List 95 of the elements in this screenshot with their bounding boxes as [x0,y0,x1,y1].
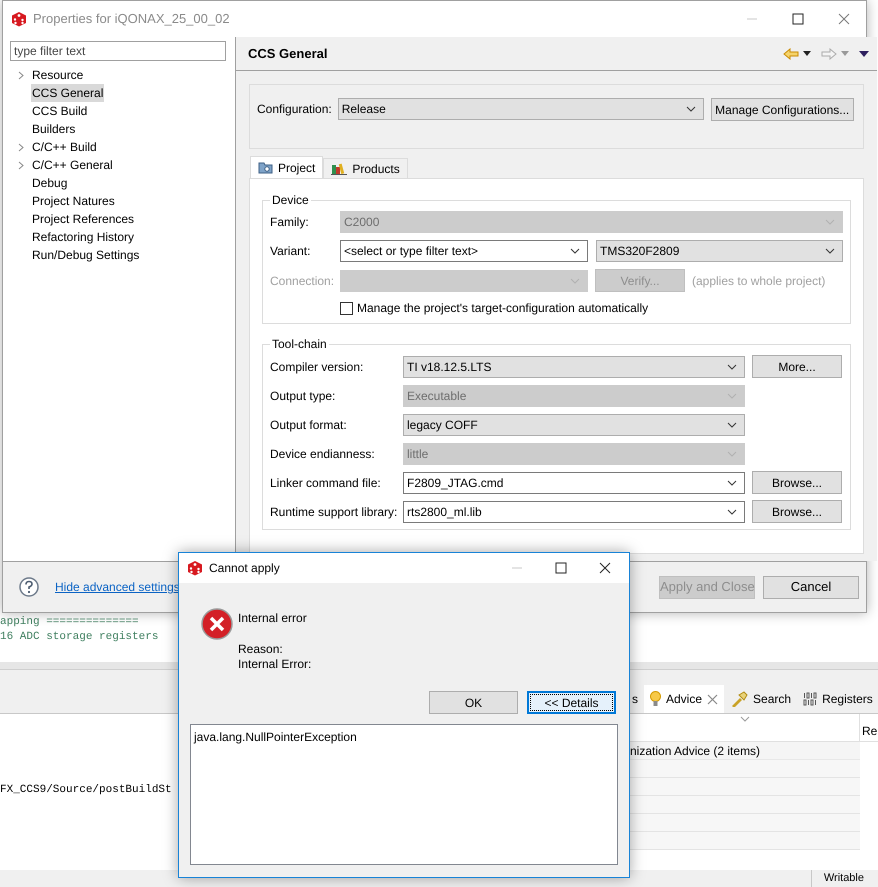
table-row[interactable]: nization Advice (2 items) [630,742,860,760]
close-icon [599,562,611,574]
chevron-down-icon [570,278,580,284]
field-label: Compiler version: [270,358,364,376]
tree-item[interactable]: Builders [10,120,76,138]
tab[interactable]: Products [323,158,408,178]
window-title: Properties for iQONAX_25_00_02 [33,10,231,28]
chevron-down-icon [727,480,737,486]
binary-icon [803,692,818,706]
page-title: CCS General [248,44,328,63]
manage-configurations-button[interactable]: Manage Configurations... [710,98,854,121]
view-tab[interactable]: s [626,685,644,713]
chevron-down-icon [727,422,737,428]
tree-item[interactable]: Debug [10,174,68,192]
status-text: Writable [810,870,864,887]
field-label: Connection: [270,272,333,290]
window-title: Cannot apply [209,560,281,577]
dice-icon [11,11,27,27]
close-icon [838,13,850,25]
folder-gear-icon [258,161,273,174]
flashlight-icon [730,691,748,707]
hint-text: (applies to whole project) [692,272,826,290]
checkbox-label: Manage the project's target-configuration automatically [357,300,648,317]
dialog-button[interactable]: << Details [527,691,616,714]
dropdown: Executable [403,384,745,406]
code-line: FX_CCS9/Source/postBuildSt [0,783,172,798]
tree-item[interactable]: C/C++ Build [10,138,98,156]
chevron-down-icon [727,392,737,398]
dropdown[interactable]: rts2800_ml.lib [403,500,745,522]
dropdown[interactable]: TMS320F2809 [596,240,843,262]
code-line: apping ============== [0,615,139,630]
field-label: Linker command file: [270,474,382,492]
message-text: Reason: [238,642,284,657]
chevron-down-icon [686,106,696,112]
dialog-button[interactable]: OK [429,691,518,714]
view-tab[interactable]: Search [724,685,798,713]
field-label: Output format: [270,416,348,434]
button[interactable]: Browse... [752,471,842,494]
chevron-down-icon [727,364,737,370]
field-label: Runtime support library: [270,504,396,520]
dropdown-icon [841,51,849,56]
view-menu-icon [859,50,869,56]
help-link[interactable]: Hide advanced settings [55,578,180,596]
help-icon [19,577,39,597]
field-label: Configuration: [257,101,332,118]
lightbulb-icon [650,691,661,707]
tree-item[interactable]: Resource [10,66,84,84]
field-label: Family: [270,214,310,231]
maximize-icon [792,13,804,25]
tree-item[interactable]: C/C++ General [10,156,114,174]
dice-icon [187,560,203,576]
search-field[interactable]: type filter text [10,41,226,61]
column-header[interactable]: Re [860,714,878,741]
button[interactable]: Browse... [752,500,842,523]
field-label: Device endianness: [270,446,376,462]
dialog-button[interactable]: Cancel [763,576,859,598]
tree-item[interactable]: Project References [10,210,136,228]
error-icon [201,608,233,640]
chevron-down-icon [825,248,835,254]
field-label: Output type: [270,388,336,404]
dropdown-icon [803,51,811,56]
chevron-down-icon [727,450,737,456]
tree-item[interactable]: Refactoring History [10,228,136,246]
group-title: Device [271,192,310,209]
details-box[interactable]: java.lang.NullPointerException [190,724,618,865]
field-label: Variant: [270,243,312,260]
message-text: Internal Error: [238,657,312,672]
maximize-icon [555,562,567,574]
button[interactable]: More... [752,355,842,378]
dropdown: C2000 [340,211,843,233]
view-tab[interactable]: Registers [797,685,878,713]
message-text: Internal error [238,610,308,627]
chevron-down-icon [740,716,750,722]
chevron-down-icon [570,248,580,254]
checkbox[interactable] [340,302,353,314]
code-line: 16 ADC storage registers [0,630,158,645]
chevron-down-icon [825,219,835,225]
chevron-down-icon [727,508,737,514]
tree-item[interactable]: Project Natures [10,192,116,210]
dropdown[interactable]: legacy COFF [403,414,745,436]
books-icon [331,162,348,175]
dropdown: little [403,442,745,464]
dropdown[interactable]: F2809_JTAG.cmd [403,472,745,494]
tree-item[interactable]: CCS Build [10,102,88,120]
dropdown[interactable]: <select or type filter text> [340,240,588,262]
tree-item[interactable]: Run/Debug Settings [10,246,140,264]
dropdown[interactable]: TI v18.12.5.LTS [403,356,745,378]
forward-arrow-icon [821,48,837,60]
tab[interactable]: Project [250,156,324,178]
close-icon [707,694,718,704]
chevron-right-icon [18,70,24,80]
back-arrow-icon [783,48,799,60]
dropdown[interactable]: Release [338,98,704,120]
view-tab[interactable]: Advice [644,685,724,713]
group-title: Tool-chain [271,336,328,353]
